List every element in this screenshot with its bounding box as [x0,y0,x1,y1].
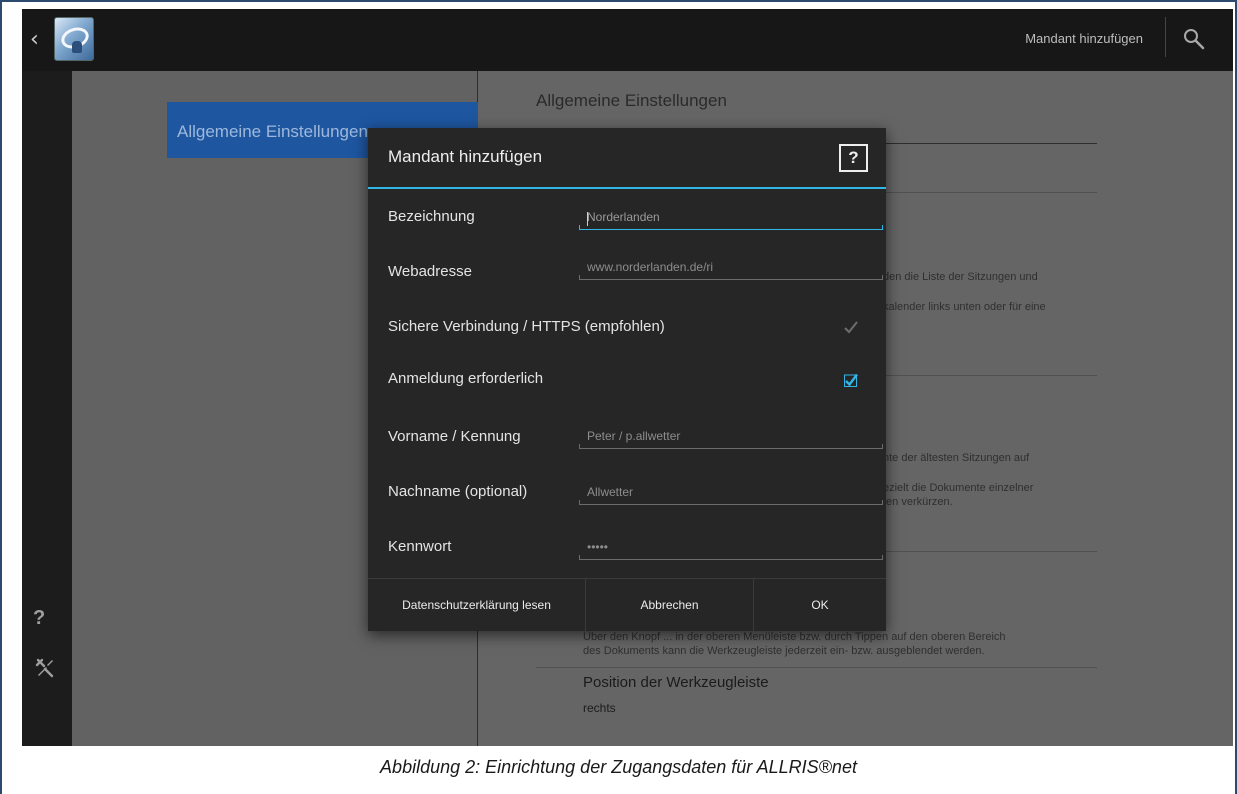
login-required-label: Anmeldung erforderlich [388,370,544,387]
lastname-input[interactable]: Allwetter [579,485,883,505]
https-label: Sichere Verbindung / HTTPS (empfohlen) [388,318,665,335]
back-chevron-icon[interactable]: ‹ [30,28,48,52]
url-label: Webadresse [388,263,472,280]
add-client-dialog: Mandant hinzufügen ? Bezeichnung Norderl… [368,128,886,632]
row-divider [536,667,1097,668]
action-bar-divider [1165,17,1166,57]
password-mask: ••••• [587,540,609,554]
toolbar-position-value: rechts [583,701,616,715]
name-label: Bezeichnung [388,208,475,225]
dialog-help-button[interactable]: ? [839,144,868,172]
settings-section-header: Allgemeine Einstellungen [536,91,727,110]
lastname-placeholder: Allwetter [587,485,634,499]
setting-description-fragment: nte der ältesten Sitzungen auf [883,452,1030,464]
name-input[interactable]: Norderlanden [579,210,883,230]
ok-button[interactable]: OK [754,579,886,632]
left-sidebar: ? [22,71,72,746]
login-required-checkbox[interactable] [844,373,858,387]
url-placeholder: www.norderlanden.de/ri [587,260,714,274]
password-label: Kennwort [388,538,452,555]
https-checkbox[interactable] [844,320,858,334]
cancel-button[interactable]: Abbrechen [586,579,753,632]
tools-icon[interactable] [34,657,56,679]
setting-description-fragment: ezielt die Dokumente einzelner [883,482,1034,494]
name-placeholder: Norderlanden [587,210,660,224]
figure-caption: Abbildung 2: Einrichtung der Zugangsdate… [380,757,857,777]
password-input[interactable]: ••••• [579,540,883,560]
setting-description-fragment: den die Liste der Sitzungen und [883,271,1038,283]
user-placeholder: Peter / p.allwetter [587,429,681,443]
search-icon[interactable] [1182,27,1206,51]
setting-description-line: Über den Knopf ... in der oberen Menülei… [583,631,1006,643]
lastname-label: Nachname (optional) [388,483,528,500]
user-label: Vorname / Kennung [388,428,521,445]
row-divider [883,551,1097,552]
action-bar: ‹ Mandant hinzufügen [22,9,1233,71]
dialog-button-bar: Datenschutzerklärung lesen Abbrechen OK [368,578,886,632]
url-input[interactable]: www.norderlanden.de/ri [579,260,883,280]
dialog-title-divider [368,187,886,189]
right-gutter [1137,71,1233,746]
privacy-policy-button[interactable]: Datenschutzerklärung lesen [368,579,585,632]
dialog-title: Mandant hinzufügen [388,147,543,166]
user-input[interactable]: Peter / p.allwetter [579,429,883,449]
row-divider [883,375,1097,376]
toolbar-position-title[interactable]: Position der Werkzeugleiste [583,674,769,691]
help-icon[interactable]: ? [33,607,45,630]
action-bar-title: Mandant hinzufügen [1025,31,1143,46]
setting-description-fragment: ten verkürzen. [883,496,953,508]
app-logo-icon[interactable] [54,17,94,61]
setting-description-fragment: kalender links unten oder für eine [883,301,1046,313]
setting-description-line: des Dokuments kann die Werkzeugleiste je… [583,645,985,657]
